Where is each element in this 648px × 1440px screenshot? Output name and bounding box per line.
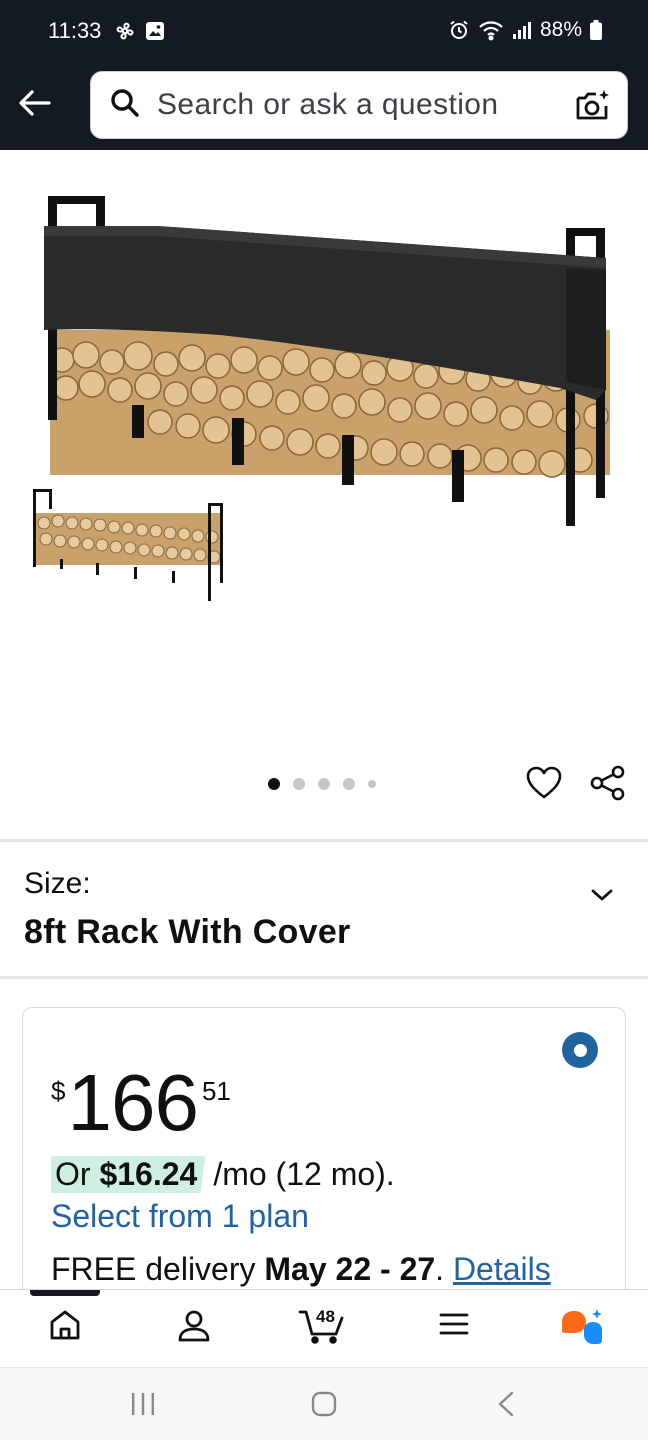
status-time: 11:33	[48, 18, 102, 43]
alarm-icon	[448, 19, 470, 41]
home-button-icon[interactable]	[310, 1390, 338, 1423]
battery-icon	[590, 20, 602, 40]
recent-apps-icon[interactable]	[130, 1390, 156, 1423]
bottom-nav: 48	[0, 1289, 648, 1367]
share-icon[interactable]	[590, 765, 626, 806]
size-value: 8ft Rack With Cover	[24, 913, 351, 951]
page-dot[interactable]	[293, 778, 305, 790]
battery-percent: 88%	[539, 18, 582, 41]
heart-icon[interactable]	[526, 766, 562, 805]
fan-icon	[114, 20, 136, 42]
monthly-payment: Or $16.24 /mo (12 mo).	[51, 1156, 395, 1193]
product-image-gallery[interactable]	[0, 150, 648, 840]
system-back-icon[interactable]	[494, 1390, 518, 1423]
back-button[interactable]	[14, 82, 56, 124]
size-label: Size:	[24, 867, 91, 900]
rufus-assistant-icon[interactable]	[560, 1308, 606, 1353]
thumbnail-image	[33, 489, 223, 601]
gallery-icon	[144, 20, 166, 42]
search-icon	[109, 87, 141, 124]
status-bar: 11:33 88%	[0, 0, 648, 64]
search-input[interactable]: Search or ask a question	[157, 88, 498, 122]
delivery-dates: May 22 - 27	[264, 1251, 436, 1287]
price-currency: $	[51, 1076, 66, 1106]
divider	[0, 839, 648, 842]
size-selector[interactable]: Size: 8ft Rack With Cover	[0, 843, 648, 977]
wifi-icon	[478, 19, 504, 41]
image-pagination	[268, 778, 376, 790]
account-icon[interactable]	[176, 1308, 212, 1349]
page-dot[interactable]	[268, 778, 280, 790]
arrow-left-icon	[19, 90, 51, 116]
price-fraction: 51	[201, 1076, 231, 1106]
active-tab-indicator	[30, 1290, 100, 1296]
app-header: 11:33 88% Search or ask a question	[0, 0, 648, 150]
page-dot[interactable]	[318, 778, 330, 790]
details-link[interactable]: Details	[453, 1251, 551, 1287]
delivery-info: FREE delivery May 22 - 27. Details	[51, 1251, 551, 1288]
menu-icon[interactable]	[438, 1308, 470, 1345]
price-card[interactable]: $ 166 51 Or $16.24 /mo (12 mo). Select f…	[22, 1007, 626, 1327]
chevron-down-icon	[590, 887, 614, 908]
cart-count: 48	[316, 1307, 335, 1326]
camera-icon[interactable]	[575, 88, 611, 129]
price-whole: 166	[67, 1058, 198, 1147]
monthly-prefix: Or	[55, 1156, 91, 1192]
delivery-prefix: FREE delivery	[51, 1251, 256, 1287]
system-navigation-bar	[0, 1367, 648, 1440]
signal-icon	[512, 20, 532, 40]
search-bar[interactable]: Search or ask a question	[90, 71, 628, 139]
home-icon[interactable]	[48, 1308, 82, 1347]
page-dot[interactable]	[368, 780, 376, 788]
divider	[0, 976, 648, 979]
page-dot[interactable]	[343, 778, 355, 790]
monthly-suffix: /mo (12 mo).	[213, 1156, 395, 1192]
selected-radio[interactable]	[562, 1032, 598, 1068]
monthly-highlight: Or $16.24	[51, 1156, 206, 1193]
delivery-dot: .	[435, 1251, 445, 1287]
product-image	[44, 196, 610, 526]
price: $ 166 51	[51, 1058, 231, 1148]
select-plan-link[interactable]: Select from 1 plan	[51, 1198, 309, 1235]
monthly-amount: $16.24	[99, 1156, 198, 1192]
